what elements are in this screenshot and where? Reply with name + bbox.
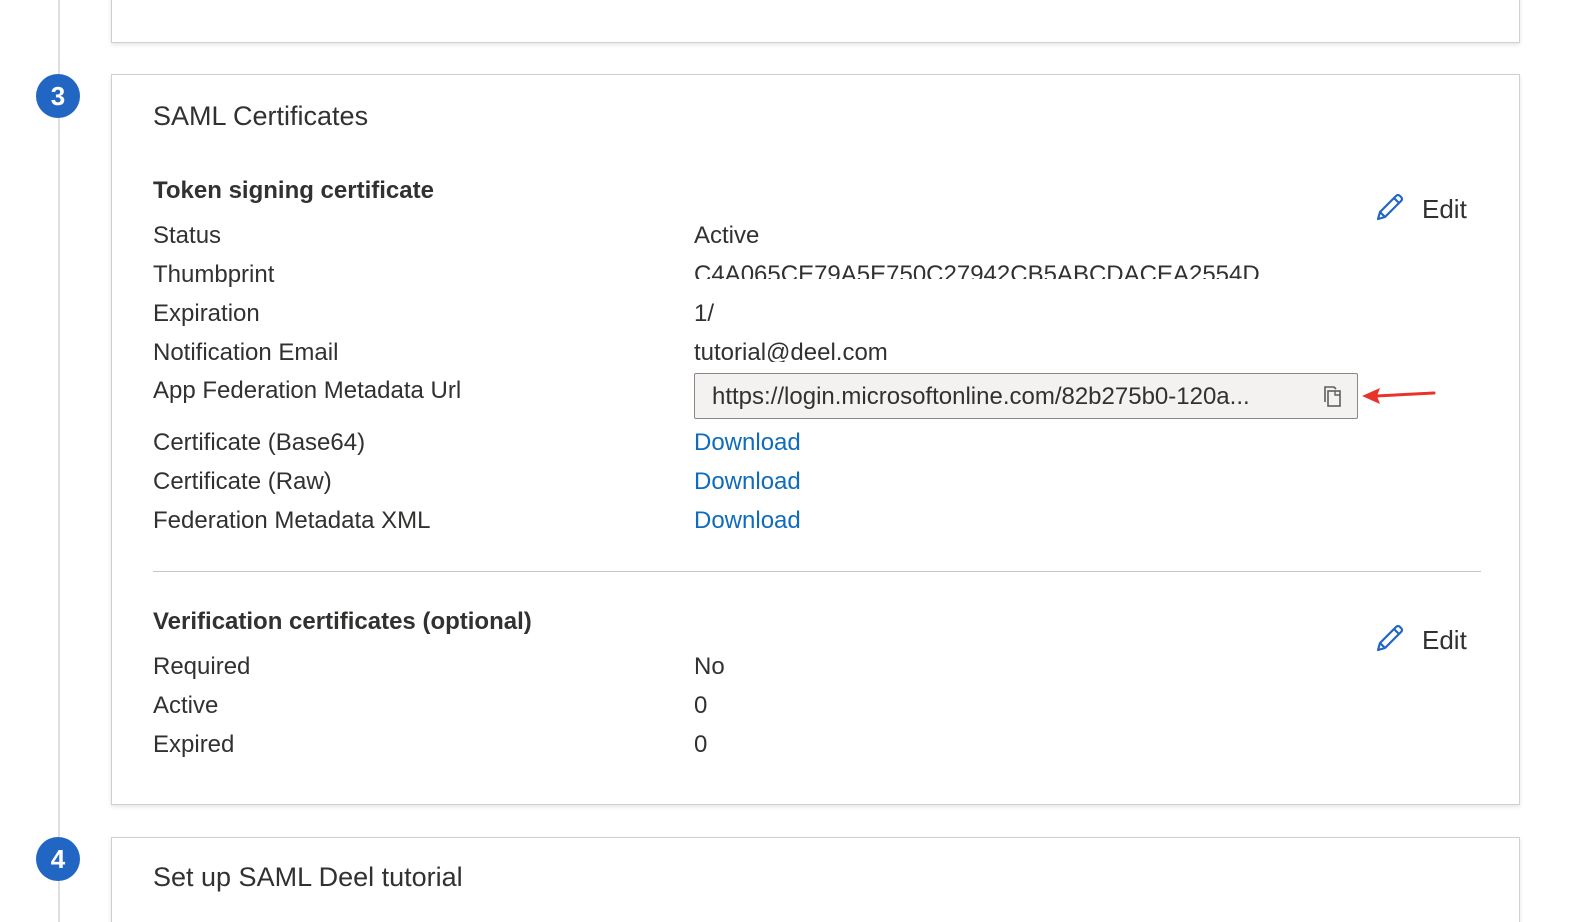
expiration-label: Expiration	[153, 300, 260, 327]
token-signing-heading: Token signing certificate	[153, 177, 434, 204]
required-value: No	[694, 653, 725, 680]
app-federation-url-label: App Federation Metadata Url	[153, 377, 462, 404]
saml-certificates-card: SAML Certificates Token signing certific…	[111, 74, 1520, 805]
copy-icon[interactable]	[1319, 383, 1347, 411]
step-4-badge: 4	[36, 837, 80, 881]
cert-raw-download-link[interactable]: Download	[694, 468, 801, 496]
step-3-badge: 3	[36, 74, 80, 118]
setup-saml-card: Set up SAML Deel tutorial	[111, 837, 1520, 922]
thumbprint-label: Thumbprint	[153, 261, 275, 288]
saml-certificates-title: SAML Certificates	[153, 101, 369, 131]
pencil-icon	[1376, 193, 1404, 221]
saml-setup-page: 3 SAML Certificates Token signing certif…	[0, 0, 1574, 922]
expired-label: Expired	[153, 731, 235, 758]
edit-label: Edit	[1422, 625, 1467, 655]
app-federation-url-value[interactable]: https://login.microsoftonline.com/82b275…	[712, 383, 1302, 411]
active-label: Active	[153, 692, 219, 719]
status-value: Active	[694, 222, 760, 249]
verification-heading: Verification certificates (optional)	[153, 608, 532, 635]
setup-saml-title: Set up SAML Deel tutorial	[153, 862, 463, 892]
section-divider	[153, 571, 1481, 572]
token-signing-edit-button[interactable]: Edit	[1372, 189, 1482, 229]
cert-base64-label: Certificate (Base64)	[153, 429, 366, 456]
timeline-line	[58, 0, 60, 922]
federation-xml-label: Federation Metadata XML	[153, 507, 431, 534]
notification-email-label: Notification Email	[153, 339, 339, 366]
red-arrow-icon	[1362, 388, 1436, 404]
federation-xml-download-link[interactable]: Download	[694, 507, 801, 535]
app-federation-url-field[interactable]: https://login.microsoftonline.com/82b275…	[694, 373, 1358, 419]
expiration-value: 1/	[694, 300, 715, 327]
thumbprint-value: C4A065CE79A5E750C27942CB5ABCDACEA2554D	[694, 261, 1260, 279]
notification-email-value: tutorial@deel.com	[694, 339, 888, 362]
active-value: 0	[694, 692, 708, 719]
pencil-icon	[1376, 624, 1404, 652]
status-label: Status	[153, 222, 222, 249]
verification-edit-button[interactable]: Edit	[1372, 620, 1482, 660]
expired-value: 0	[694, 731, 708, 758]
cert-base64-download-link[interactable]: Download	[694, 429, 801, 457]
required-label: Required	[153, 653, 251, 680]
edit-label: Edit	[1422, 194, 1467, 224]
cert-raw-label: Certificate (Raw)	[153, 468, 332, 495]
previous-section-card	[111, 0, 1520, 43]
